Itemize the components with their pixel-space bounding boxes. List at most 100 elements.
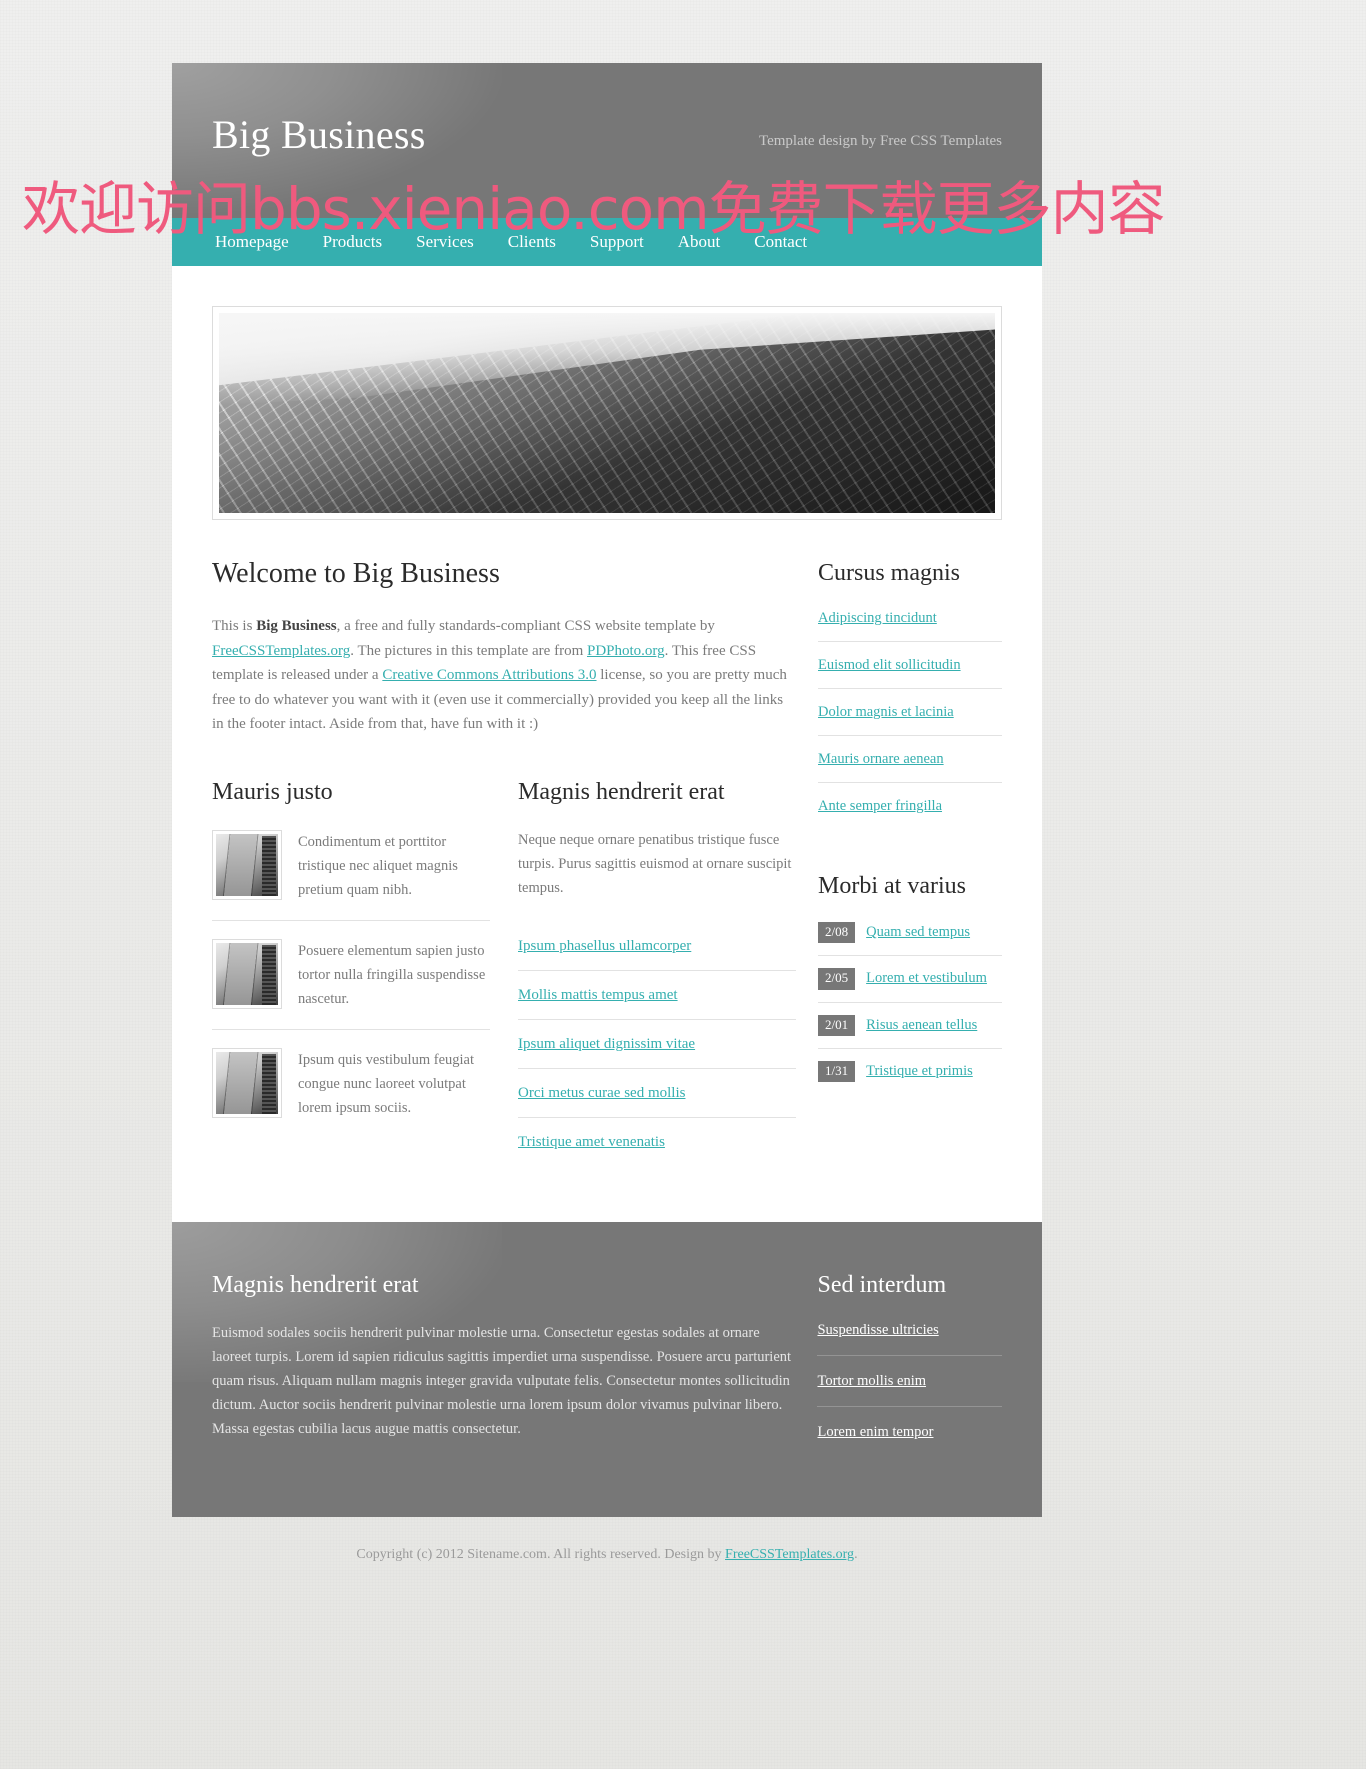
list-item[interactable]: Tristique amet venenatis bbox=[518, 1116, 796, 1166]
footer-heading: Magnis hendrerit erat bbox=[212, 1271, 419, 1298]
morbi-link-3[interactable]: Tristique et primis bbox=[866, 1063, 973, 1080]
site-wrapper: Big Business Template design by Free CSS… bbox=[172, 63, 1042, 1563]
list-item[interactable]: Posuere elementum sapien justo tortor nu… bbox=[212, 919, 490, 1029]
mauris-heading: Mauris justo bbox=[212, 778, 333, 805]
intro-text-2: , a free and fully standards-compliant C… bbox=[336, 618, 715, 635]
list-item[interactable]: Lorem enim tempor bbox=[817, 1405, 1002, 1457]
link-freecsstemplates[interactable]: FreeCSSTemplates.org bbox=[212, 643, 350, 659]
list-item[interactable]: Condimentum et porttitor tristique nec a… bbox=[212, 828, 490, 920]
nav-item-clients[interactable]: Clients bbox=[491, 218, 573, 266]
morbi-link-1[interactable]: Lorem et vestibulum bbox=[866, 970, 987, 987]
copyright-link[interactable]: FreeCSSTemplates.org bbox=[725, 1547, 854, 1562]
nav-item-homepage[interactable]: Homepage bbox=[198, 218, 306, 266]
footer-paragraph: Euismod sodales sociis hendrerit pulvina… bbox=[212, 1324, 792, 1437]
main-content: Welcome to Big Business This is Big Busi… bbox=[212, 558, 796, 1166]
site-footer: Magnis hendrerit erat Euismod sodales so… bbox=[172, 1221, 1042, 1517]
site-header: Big Business Template design by Free CSS… bbox=[172, 63, 1042, 218]
link-creative-commons[interactable]: Creative Commons Attributions 3.0 bbox=[382, 667, 596, 683]
list-item[interactable]: Adipiscing tincidunt bbox=[818, 609, 1002, 641]
list-item[interactable]: Orci metus curae sed mollis bbox=[518, 1067, 796, 1117]
footer-side-heading: Sed interdum bbox=[817, 1271, 947, 1298]
nav-link-about[interactable]: About bbox=[661, 218, 738, 266]
list-item-text: Condimentum et porttitor tristique nec a… bbox=[298, 833, 458, 898]
nav-link-products[interactable]: Products bbox=[306, 218, 400, 266]
main-navigation[interactable]: Homepage Products Services Clients Suppo… bbox=[172, 218, 1042, 266]
sidebar-block-cursus: Cursus magnis Adipiscing tincidunt Euism… bbox=[818, 560, 1002, 829]
list-item[interactable]: Mollis mattis tempus amet bbox=[518, 969, 796, 1019]
cursus-heading: Cursus magnis bbox=[818, 560, 961, 586]
nav-link-contact[interactable]: Contact bbox=[737, 218, 824, 266]
header-credit-text: Template design by Free CSS Templates bbox=[758, 133, 1002, 149]
morbi-heading: Morbi at varius bbox=[818, 873, 966, 899]
nav-link-support[interactable]: Support bbox=[573, 218, 661, 266]
copyright-bar: Copyright (c) 2012 Sitename.com. All rig… bbox=[172, 1517, 1042, 1563]
list-item[interactable]: 2/01 Risus aenean tellus bbox=[818, 1001, 1002, 1048]
magnis-intro-text: Neque neque ornare penatibus tristique f… bbox=[518, 831, 792, 896]
morbi-link-2[interactable]: Risus aenean tellus bbox=[866, 1017, 977, 1034]
magnis-link-1[interactable]: Mollis mattis tempus amet bbox=[518, 987, 678, 1003]
banner-section bbox=[172, 266, 1042, 520]
list-item[interactable]: 2/08 Quam sed tempus bbox=[818, 922, 1002, 955]
magnis-link-2[interactable]: Ipsum aliquet dignissim vitae bbox=[518, 1036, 695, 1052]
date-badge: 2/05 bbox=[818, 968, 856, 990]
footer-main-column: Magnis hendrerit erat Euismod sodales so… bbox=[212, 1272, 795, 1457]
thumbnail-image bbox=[212, 1047, 282, 1118]
intro-bold: Big Business bbox=[256, 618, 337, 635]
magnis-column: Magnis hendrerit erat Neque neque ornare… bbox=[518, 779, 796, 1166]
thumbnail-image bbox=[212, 938, 282, 1009]
date-badge: 2/08 bbox=[818, 922, 856, 944]
link-pdphoto[interactable]: PDPhoto.org bbox=[587, 643, 665, 659]
two-column-section: Mauris justo Condimentum et porttitor tr… bbox=[212, 779, 796, 1166]
nav-item-support[interactable]: Support bbox=[573, 218, 661, 266]
footer-link-1[interactable]: Tortor mollis enim bbox=[817, 1373, 926, 1389]
copyright-text-1: Copyright (c) 2012 Sitename.com. All rig… bbox=[356, 1546, 726, 1562]
list-item[interactable]: Ipsum phasellus ullamcorper bbox=[518, 922, 796, 970]
list-item[interactable]: 2/05 Lorem et vestibulum bbox=[818, 955, 1002, 1001]
mauris-list: Condimentum et porttitor tristique nec a… bbox=[212, 828, 490, 1138]
list-item[interactable]: Ipsum aliquet dignissim vitae bbox=[518, 1018, 796, 1068]
nav-item-products[interactable]: Products bbox=[306, 218, 400, 266]
footer-link-2[interactable]: Lorem enim tempor bbox=[817, 1424, 933, 1440]
site-logo[interactable]: Big Business bbox=[212, 115, 426, 155]
nav-link-homepage[interactable]: Homepage bbox=[198, 218, 306, 266]
page-title: Welcome to Big Business bbox=[212, 558, 500, 589]
banner-frame bbox=[212, 306, 1002, 520]
magnis-link-0[interactable]: Ipsum phasellus ullamcorper bbox=[518, 938, 691, 954]
page-body: Welcome to Big Business This is Big Busi… bbox=[172, 266, 1042, 1222]
nav-item-contact[interactable]: Contact bbox=[737, 218, 824, 266]
list-item[interactable]: Tortor mollis enim bbox=[817, 1354, 1002, 1406]
nav-link-clients[interactable]: Clients bbox=[491, 218, 573, 266]
thumbnail-image bbox=[212, 829, 282, 900]
nav-item-about[interactable]: About bbox=[661, 218, 738, 266]
nav-link-services[interactable]: Services bbox=[399, 218, 491, 266]
sidebar-block-morbi: Morbi at varius 2/08 Quam sed tempus 2/0… bbox=[818, 873, 1002, 1094]
list-item[interactable]: Ipsum quis vestibulum feugiat congue nun… bbox=[212, 1028, 490, 1138]
nav-list: Homepage Products Services Clients Suppo… bbox=[172, 218, 1042, 266]
nav-item-services[interactable]: Services bbox=[399, 218, 491, 266]
cursus-link-2[interactable]: Dolor magnis et lacinia bbox=[818, 704, 954, 720]
magnis-link-3[interactable]: Orci metus curae sed mollis bbox=[518, 1085, 685, 1101]
cursus-link-1[interactable]: Euismod elit sollicitudin bbox=[818, 657, 961, 673]
footer-link-list: Suspendisse ultricies Tortor mollis enim… bbox=[817, 1321, 1002, 1457]
list-item[interactable]: Dolor magnis et lacinia bbox=[818, 688, 1002, 735]
cursus-link-3[interactable]: Mauris ornare aenean bbox=[818, 751, 944, 767]
intro-text-1: This is bbox=[212, 618, 257, 635]
list-item[interactable]: Suspendisse ultricies bbox=[817, 1321, 1002, 1355]
content-wrap: Welcome to Big Business This is Big Busi… bbox=[172, 520, 1042, 1222]
list-item[interactable]: Euismod elit sollicitudin bbox=[818, 641, 1002, 688]
footer-link-0[interactable]: Suspendisse ultricies bbox=[817, 1322, 938, 1338]
cursus-link-4[interactable]: Ante semper fringilla bbox=[818, 798, 942, 814]
morbi-link-0[interactable]: Quam sed tempus bbox=[866, 924, 970, 941]
site-title: Big Business bbox=[212, 112, 426, 157]
list-item-text: Posuere elementum sapien justo tortor nu… bbox=[298, 942, 486, 1007]
footer-side-column: Sed interdum Suspendisse ultricies Torto… bbox=[817, 1272, 1002, 1457]
copyright-text-2: . bbox=[854, 1546, 858, 1562]
cursus-link-0[interactable]: Adipiscing tincidunt bbox=[818, 610, 937, 626]
skyscraper-photo bbox=[219, 313, 995, 513]
list-item-text: Ipsum quis vestibulum feugiat congue nun… bbox=[298, 1051, 474, 1116]
morbi-list: 2/08 Quam sed tempus 2/05 Lorem et vesti… bbox=[818, 922, 1002, 1094]
list-item[interactable]: Ante semper fringilla bbox=[818, 782, 1002, 829]
magnis-link-4[interactable]: Tristique amet venenatis bbox=[518, 1134, 665, 1150]
list-item[interactable]: Mauris ornare aenean bbox=[818, 735, 1002, 782]
list-item[interactable]: 1/31 Tristique et primis bbox=[818, 1047, 1002, 1094]
